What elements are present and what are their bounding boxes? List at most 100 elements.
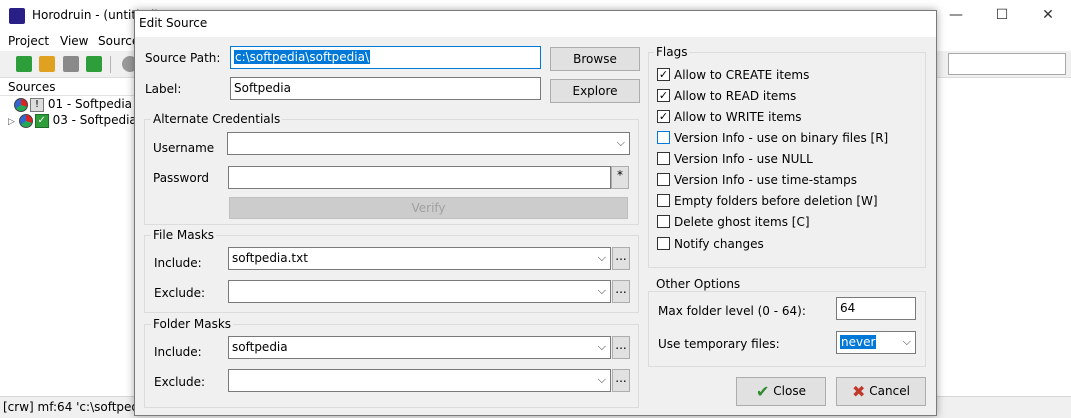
label-field-label: Label: <box>145 82 182 96</box>
dialog-title: Edit Source <box>139 16 208 30</box>
maximize-button[interactable]: ☐ <box>979 0 1025 31</box>
checkbox-icon[interactable] <box>657 131 670 144</box>
checkbox-icon[interactable] <box>657 215 670 228</box>
flag-allow-read[interactable]: ✓ Allow to READ items <box>657 89 796 107</box>
file-exclude-more-button[interactable]: ... <box>612 280 630 303</box>
folder-exclude-more-button[interactable]: ... <box>612 369 630 392</box>
source-state-icon: ✓ <box>34 113 49 128</box>
temp-files-label: Use temporary files: <box>658 337 780 351</box>
explore-button[interactable]: Explore <box>550 79 640 103</box>
flag-label: Allow to CREATE items <box>674 68 810 82</box>
source-state-icon: ! <box>30 97 44 112</box>
flag-allow-create[interactable]: ✓ Allow to CREATE items <box>657 68 809 86</box>
file-masks-title: File Masks <box>151 228 217 242</box>
chevron-down-icon: ⌵ <box>597 284 606 297</box>
flag-version-null[interactable]: Version Info - use NULL <box>657 152 813 170</box>
file-include-value: softpedia.txt <box>232 251 308 265</box>
checkmark-icon: ✔ <box>756 382 770 401</box>
folder-exclude-combo[interactable]: ⌵ <box>228 369 611 392</box>
folder-masks-title: Folder Masks <box>151 317 234 331</box>
checkbox-icon[interactable] <box>657 194 670 207</box>
tree-item[interactable]: ! 01 - Softpedia <box>14 97 132 113</box>
cancel-x-icon: ✖ <box>852 382 866 401</box>
show-password-button[interactable]: * <box>611 166 629 189</box>
folder-include-label: Include: <box>154 345 202 359</box>
file-include-label: Include: <box>154 256 202 270</box>
folder-include-combo[interactable]: softpedia ⌵ <box>228 336 611 359</box>
toolbar-separator <box>110 56 111 73</box>
flag-label: Allow to WRITE items <box>674 110 802 124</box>
flag-label: Empty folders before deletion [W] <box>674 194 878 208</box>
expand-chevron-icon[interactable]: ▷ <box>8 117 15 127</box>
tree-item-label: 01 - Softpedia <box>47 97 133 111</box>
username-label: Username <box>153 141 215 155</box>
file-exclude-label: Exclude: <box>154 286 206 300</box>
password-input[interactable] <box>228 166 611 189</box>
download-icon[interactable] <box>86 56 102 72</box>
dialog-titlebar <box>135 11 936 37</box>
max-folder-input[interactable]: 64 <box>836 297 916 320</box>
flag-label: Delete ghost items [C] <box>674 215 810 229</box>
file-include-more-button[interactable]: ... <box>612 247 630 270</box>
app-logo-icon <box>9 8 25 24</box>
source-path-input[interactable]: c:\softpedia\softpedia\ <box>230 46 541 69</box>
flag-version-binary[interactable]: Version Info - use on binary files [R] <box>657 131 888 149</box>
chevron-down-icon: ⌵ <box>902 335 911 348</box>
username-combo[interactable]: ⌵ <box>227 132 630 155</box>
flag-label: Notify changes <box>674 237 764 251</box>
temp-files-value: never <box>840 335 877 349</box>
verify-button[interactable]: Verify <box>229 197 628 219</box>
file-include-combo[interactable]: softpedia.txt ⌵ <box>228 247 611 270</box>
cancel-button-label: Cancel <box>869 384 910 398</box>
close-window-button[interactable]: ✕ <box>1025 0 1071 31</box>
source-path-label: Source Path: <box>145 51 221 65</box>
source-pie-icon <box>18 113 33 128</box>
checkbox-icon[interactable] <box>657 173 670 186</box>
sources-header: Sources <box>0 79 140 96</box>
add-source-icon[interactable] <box>16 56 32 72</box>
chevron-down-icon: ⌵ <box>616 136 625 149</box>
credentials-title: Alternate Credentials <box>151 112 283 126</box>
menu-project[interactable]: Project <box>8 34 49 48</box>
flag-label: Version Info - use NULL <box>674 152 813 166</box>
checkbox-icon[interactable] <box>657 152 670 165</box>
flag-notify-changes[interactable]: Notify changes <box>657 237 764 255</box>
folder-include-more-button[interactable]: ... <box>612 336 630 359</box>
folder-include-value: softpedia <box>232 340 288 354</box>
label-input[interactable]: Softpedia <box>230 77 541 100</box>
checkbox-checked-icon[interactable]: ✓ <box>657 68 670 81</box>
minimize-button[interactable]: — <box>933 0 979 31</box>
flag-empty-folders[interactable]: Empty folders before deletion [W] <box>657 194 878 212</box>
cancel-button[interactable]: ✖ Cancel <box>836 377 926 406</box>
open-folder-icon[interactable] <box>39 56 55 72</box>
checkbox-checked-icon[interactable]: ✓ <box>657 110 670 123</box>
browse-button[interactable]: Browse <box>550 47 640 71</box>
folder-exclude-label: Exclude: <box>154 375 206 389</box>
max-folder-label: Max folder level (0 - 64): <box>658 304 806 318</box>
toolbar-field[interactable] <box>948 53 1066 75</box>
file-exclude-combo[interactable]: ⌵ <box>228 280 611 303</box>
temp-files-select[interactable]: never ⌵ <box>836 331 916 354</box>
other-options-title: Other Options <box>654 277 743 291</box>
close-button-label: Close <box>773 384 806 398</box>
checkbox-icon[interactable] <box>657 237 670 250</box>
close-button[interactable]: ✔ Close <box>736 377 826 406</box>
chevron-down-icon: ⌵ <box>597 251 606 264</box>
password-label: Password <box>153 171 210 185</box>
flag-label: Allow to READ items <box>674 89 797 103</box>
flags-title: Flags <box>654 45 690 59</box>
tree-item-label: 03 - Softpedia <box>52 113 137 127</box>
source-path-value: c:\softpedia\softpedia\ <box>234 50 371 64</box>
menu-view[interactable]: View <box>60 34 88 48</box>
flag-label: Version Info - use on binary files [R] <box>674 131 889 145</box>
stop-icon[interactable] <box>63 56 79 72</box>
checkbox-checked-icon[interactable]: ✓ <box>657 89 670 102</box>
flag-delete-ghost[interactable]: Delete ghost items [C] <box>657 215 810 233</box>
tree-item[interactable]: ▷ ✓ 03 - Softpedia <box>8 113 137 129</box>
chevron-down-icon: ⌵ <box>597 373 606 386</box>
flag-allow-write[interactable]: ✓ Allow to WRITE items <box>657 110 802 128</box>
chevron-down-icon: ⌵ <box>597 340 606 353</box>
source-pie-icon <box>14 97 28 112</box>
flag-label: Version Info - use time-stamps <box>674 173 857 187</box>
flag-version-timestamps[interactable]: Version Info - use time-stamps <box>657 173 857 191</box>
